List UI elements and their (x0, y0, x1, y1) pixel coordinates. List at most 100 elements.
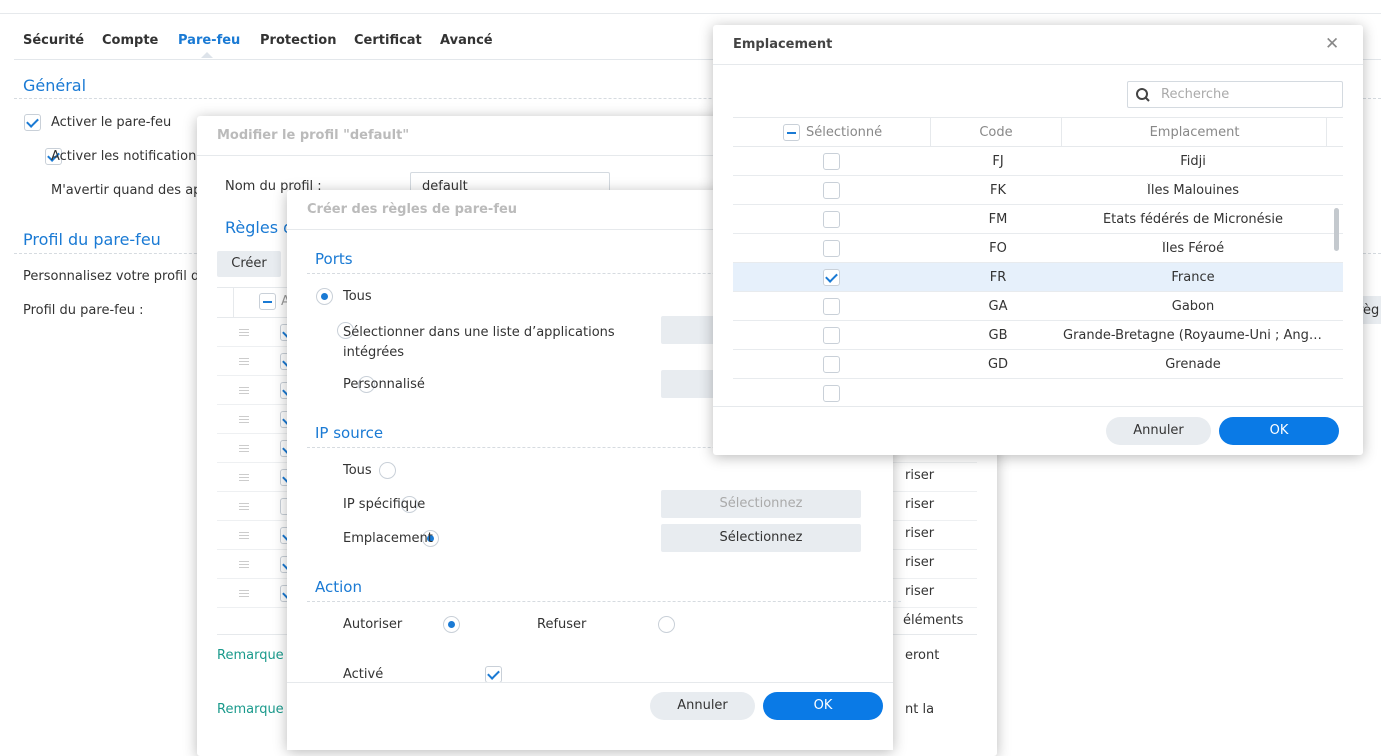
drag-handle-icon[interactable] (239, 561, 249, 568)
ports-custom-label: Personnalisé (343, 377, 425, 392)
column-header-code[interactable]: Code (931, 125, 1061, 140)
tab-securite[interactable]: Sécurité (23, 33, 84, 48)
remark-text: nt la (905, 702, 935, 717)
search-icon (1136, 88, 1150, 102)
column-header-selected[interactable]: Sélectionné (806, 125, 882, 140)
drag-handle-icon[interactable] (239, 358, 249, 365)
ok-button[interactable]: OK (1219, 417, 1339, 445)
search-input[interactable]: Recherche (1127, 81, 1343, 108)
list-item[interactable]: GA Gabon (733, 292, 1343, 321)
row-checkbox[interactable] (823, 240, 840, 257)
source-all-label: Tous (343, 463, 372, 478)
dialog-footer: Annuler OK (287, 682, 893, 750)
location-name: Grande-Bretagne (Royaume-Uni ; Angleterr… (1063, 328, 1323, 343)
specific-ip-select-button[interactable]: Sélectionnez (661, 490, 861, 518)
ok-button[interactable]: OK (763, 692, 883, 720)
enable-notifications-label: Activer les notifications (51, 149, 204, 164)
location-code: FO (989, 241, 1007, 256)
close-icon[interactable]: ✕ (1325, 34, 1339, 54)
profile-description: Personnalisez votre profil d (23, 269, 200, 284)
divider (1326, 118, 1327, 147)
action-allow-label: Autoriser (343, 617, 403, 632)
list-item[interactable]: FO Îles Féroé (733, 234, 1343, 263)
divider (713, 406, 1363, 407)
list-item[interactable]: FM États fédérés de Micronésie (733, 205, 1343, 234)
search-placeholder: Recherche (1161, 87, 1230, 102)
list-item[interactable] (733, 379, 1343, 407)
drag-handle-icon[interactable] (239, 532, 249, 539)
row-checkbox[interactable] (823, 182, 840, 199)
drag-handle-icon[interactable] (239, 416, 249, 423)
remark-text: eront (905, 648, 940, 663)
scrollbar[interactable] (1334, 208, 1339, 251)
action-allow-radio[interactable] (442, 616, 460, 633)
dialog-title: Créer des règles de pare-feu (307, 202, 518, 217)
drag-handle-icon[interactable] (239, 329, 249, 336)
location-code: FR (989, 270, 1007, 285)
row-checkbox[interactable] (823, 356, 840, 373)
drag-handle-icon[interactable] (239, 445, 249, 452)
tab-compte[interactable]: Compte (102, 33, 158, 48)
location-select-button[interactable]: Sélectionnez (661, 524, 861, 552)
ports-list-label: Sélectionner dans une liste d’applicatio… (343, 325, 615, 360)
create-rule-button[interactable]: Créer (217, 251, 281, 277)
location-code: GB (988, 328, 1008, 343)
tab-certificat[interactable]: Certificat (354, 33, 422, 48)
rule-action: riser (905, 584, 935, 599)
rule-action: riser (905, 526, 935, 541)
tab-avance[interactable]: Avancé (440, 33, 493, 48)
list-item[interactable]: GB Grande-Bretagne (Royaume-Uni ; Anglete… (733, 321, 1343, 350)
location-code: GD (987, 357, 1009, 372)
drag-handle-icon[interactable] (239, 503, 249, 510)
ports-heading: Ports (315, 250, 353, 268)
action-heading: Action (315, 578, 362, 596)
cancel-button[interactable]: Annuler (1106, 417, 1211, 445)
action-deny-label: Refuser (537, 617, 587, 632)
location-name: États fédérés de Micronésie (1102, 212, 1284, 227)
enabled-label: Activé (343, 667, 384, 682)
dialog-title: Modifier le profil "default" (217, 128, 410, 143)
enable-firewall-checkbox[interactable] (24, 114, 41, 131)
location-code: GA (988, 299, 1008, 314)
list-item[interactable]: FJ Fidji (733, 147, 1343, 176)
row-checkbox[interactable] (823, 327, 840, 344)
list-item[interactable]: FK Îles Malouines (733, 176, 1343, 205)
drag-handle-icon[interactable] (239, 590, 249, 597)
row-checkbox[interactable] (823, 211, 840, 228)
row-checkbox[interactable] (823, 298, 840, 315)
remark-label: Remarque (217, 648, 284, 663)
rule-action: riser (905, 468, 935, 483)
list-item[interactable]: FR France (733, 263, 1343, 292)
location-code: FJ (992, 154, 1004, 169)
divider (307, 601, 901, 602)
rule-action: riser (905, 497, 935, 512)
drag-handle-icon[interactable] (239, 474, 249, 481)
general-heading: Général (23, 76, 87, 95)
tab-protection[interactable]: Protection (260, 33, 336, 48)
location-table-header: Sélectionné Code Emplacement (733, 117, 1343, 147)
select-all-checkbox[interactable] (259, 293, 276, 310)
location-name: Grenade (1165, 357, 1221, 372)
row-checkbox[interactable] (823, 153, 840, 170)
source-location-label: Emplacement (343, 531, 433, 546)
ports-all-label: Tous (343, 289, 372, 304)
select-all-checkbox[interactable] (783, 124, 800, 141)
column-header-location[interactable]: Emplacement (1062, 125, 1327, 140)
source-ip-heading: IP source (315, 424, 384, 442)
source-all-radio[interactable] (379, 462, 397, 479)
row-checkbox[interactable] (823, 385, 840, 402)
tab-pare-feu[interactable]: Pare-feu (178, 33, 240, 48)
row-checkbox[interactable] (823, 269, 840, 286)
top-divider (0, 13, 1381, 14)
cancel-button[interactable]: Annuler (650, 692, 755, 720)
action-deny-radio[interactable] (657, 616, 675, 633)
enabled-checkbox[interactable] (485, 666, 503, 683)
profile-heading: Profil du pare-feu (23, 230, 161, 249)
location-dialog: Emplacement ✕ Recherche Sélectionné Code… (713, 25, 1363, 455)
ports-all-radio[interactable] (316, 288, 333, 305)
location-name: France (1171, 270, 1215, 285)
remark-label: Remarque (217, 702, 284, 717)
list-item[interactable]: GD Grenade (733, 350, 1343, 379)
drag-handle-icon[interactable] (239, 387, 249, 394)
active-tab-caret (201, 52, 213, 58)
